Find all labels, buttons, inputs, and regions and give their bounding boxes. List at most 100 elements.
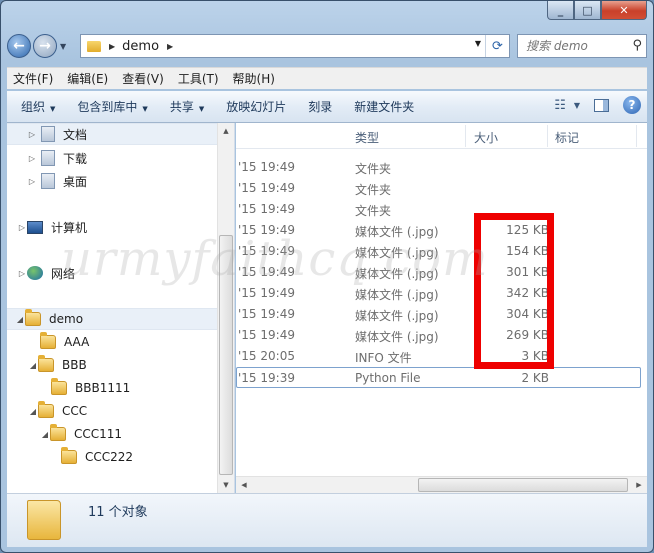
expand-icon[interactable]: ▷ bbox=[27, 154, 37, 163]
file-row[interactable]: '15 19:49 媒体文件 (.jpg) 304 KB bbox=[236, 304, 641, 325]
column-size[interactable]: 大小 bbox=[474, 129, 498, 146]
file-type: 媒体文件 (.jpg) bbox=[355, 330, 439, 344]
search-input[interactable] bbox=[526, 39, 626, 53]
tree-item-ccc222[interactable]: CCC222 bbox=[7, 446, 133, 468]
folder-icon bbox=[40, 332, 56, 349]
file-type: 媒体文件 (.jpg) bbox=[355, 267, 439, 281]
file-row[interactable]: '15 20:05 INFO 文件 3 KB bbox=[236, 346, 641, 367]
forward-button[interactable]: → bbox=[33, 34, 57, 58]
column-divider[interactable] bbox=[465, 125, 466, 147]
include-in-library-button[interactable]: 包含到库中 ▼ bbox=[77, 98, 147, 115]
menu-file[interactable]: 文件(F) bbox=[13, 70, 53, 87]
view-controls: ☷ ▼ ? bbox=[546, 96, 641, 114]
view-options-icon[interactable]: ☷ bbox=[554, 98, 566, 113]
file-row[interactable]: '15 19:49 媒体文件 (.jpg) 125 KB bbox=[236, 220, 641, 241]
folder-icon bbox=[61, 447, 77, 464]
navigation-scrollbar[interactable]: ▲ ▼ bbox=[217, 123, 234, 493]
address-dropdown-icon[interactable]: ▼ bbox=[475, 39, 481, 48]
file-row[interactable]: '15 19:49 媒体文件 (.jpg) 301 KB bbox=[236, 262, 641, 283]
collapse-icon[interactable]: ◢ bbox=[15, 315, 25, 324]
breadcrumb-arrow-icon[interactable]: ▶ bbox=[109, 42, 115, 51]
expand-icon[interactable]: ▷ bbox=[27, 130, 37, 139]
scroll-left-icon[interactable]: ◀ bbox=[236, 477, 252, 493]
menu-edit[interactable]: 编辑(E) bbox=[67, 70, 108, 87]
file-date: '15 19:49 bbox=[238, 307, 295, 321]
menu-view[interactable]: 查看(V) bbox=[122, 70, 164, 87]
column-header: 类型 大小 标记 bbox=[236, 123, 647, 149]
navigation-pane: ▷ 文档 ▷ 下载 ▷ 桌面 ▷ 计算机 ▷ 网络 ◢ demo AAA ◢ B… bbox=[7, 123, 235, 493]
file-row[interactable]: '15 19:49 媒体文件 (.jpg) 269 KB bbox=[236, 325, 641, 346]
search-icon[interactable]: ⚲ bbox=[632, 38, 642, 53]
computer-icon bbox=[27, 220, 43, 234]
search-box[interactable]: ⚲ bbox=[517, 34, 647, 58]
new-folder-button[interactable]: 新建文件夹 bbox=[354, 98, 414, 115]
file-row[interactable]: '15 19:39 Python File 2 KB bbox=[236, 367, 641, 388]
scroll-up-icon[interactable]: ▲ bbox=[218, 123, 234, 139]
size-column-highlight bbox=[474, 213, 554, 369]
file-row[interactable]: '15 19:49 文件夹 bbox=[236, 157, 641, 178]
column-divider[interactable] bbox=[636, 125, 637, 147]
file-date: '15 19:49 bbox=[238, 160, 295, 174]
expand-icon[interactable]: ▷ bbox=[27, 177, 37, 186]
chevron-down-icon[interactable]: ▼ bbox=[574, 101, 580, 110]
recent-pages-dropdown[interactable]: ▼ bbox=[60, 42, 66, 51]
help-icon[interactable]: ? bbox=[623, 96, 641, 114]
organize-button[interactable]: 组织 ▼ bbox=[21, 98, 55, 115]
address-bar[interactable]: ▶ demo ▶ ▼ ⟳ bbox=[80, 34, 510, 58]
collapse-icon[interactable]: ◢ bbox=[28, 361, 38, 370]
file-date: '15 19:49 bbox=[238, 244, 295, 258]
tree-item-label: CCC bbox=[62, 404, 88, 418]
file-date: '15 19:49 bbox=[238, 286, 295, 300]
slideshow-button[interactable]: 放映幻灯片 bbox=[226, 98, 286, 115]
file-date: '15 19:49 bbox=[238, 181, 295, 195]
tree-item-ccc[interactable]: ◢ CCC bbox=[7, 400, 87, 422]
breadcrumb-arrow-icon[interactable]: ▶ bbox=[167, 42, 173, 51]
file-size: 2 KB bbox=[521, 371, 549, 385]
tree-item-demo[interactable]: ◢ demo bbox=[7, 308, 218, 330]
maximize-button[interactable]: □ bbox=[574, 1, 601, 20]
preview-pane-icon[interactable] bbox=[594, 98, 609, 112]
file-row[interactable]: '15 19:49 媒体文件 (.jpg) 342 KB bbox=[236, 283, 641, 304]
menu-help[interactable]: 帮助(H) bbox=[233, 70, 275, 87]
tree-item-bbb[interactable]: ◢ BBB bbox=[7, 354, 87, 376]
menu-bar: 文件(F) 编辑(E) 查看(V) 工具(T) 帮助(H) bbox=[7, 67, 647, 89]
file-type: 媒体文件 (.jpg) bbox=[355, 288, 439, 302]
tree-item-network[interactable]: ▷ 网络 bbox=[7, 262, 75, 284]
column-tags[interactable]: 标记 bbox=[555, 129, 579, 146]
tree-item-ccc111[interactable]: ◢ CCC111 bbox=[7, 423, 122, 445]
close-button[interactable]: ✕ bbox=[601, 1, 647, 20]
refresh-icon[interactable]: ⟳ bbox=[485, 35, 509, 57]
horizontal-scrollbar[interactable]: ◀ ▶ bbox=[236, 476, 647, 493]
tree-item-label: BBB bbox=[62, 358, 87, 372]
back-button[interactable]: ← bbox=[7, 34, 31, 58]
tree-item-documents[interactable]: ▷ 文档 bbox=[7, 123, 218, 145]
scroll-right-icon[interactable]: ▶ bbox=[631, 477, 647, 493]
share-button[interactable]: 共享 ▼ bbox=[170, 98, 204, 115]
scroll-thumb[interactable] bbox=[418, 478, 628, 492]
folder-icon bbox=[25, 309, 41, 326]
folder-icon bbox=[51, 378, 67, 395]
tree-item-computer[interactable]: ▷ 计算机 bbox=[7, 216, 87, 238]
tree-item-downloads[interactable]: ▷ 下载 bbox=[7, 147, 87, 169]
collapse-icon[interactable]: ◢ bbox=[40, 430, 50, 439]
minimize-button[interactable]: _ bbox=[547, 1, 574, 20]
menu-tools[interactable]: 工具(T) bbox=[178, 70, 219, 87]
tree-item-desktop[interactable]: ▷ 桌面 bbox=[7, 170, 87, 192]
expand-icon[interactable]: ▷ bbox=[17, 223, 27, 232]
file-row[interactable]: '15 19:49 文件夹 bbox=[236, 178, 641, 199]
address-path[interactable]: demo bbox=[122, 39, 159, 54]
scroll-thumb[interactable] bbox=[219, 235, 233, 475]
scroll-down-icon[interactable]: ▼ bbox=[218, 477, 234, 493]
expand-icon[interactable]: ▷ bbox=[17, 269, 27, 278]
column-type[interactable]: 类型 bbox=[355, 129, 379, 146]
details-pane: 11 个对象 bbox=[7, 493, 647, 547]
tree-item-label: 网络 bbox=[51, 266, 76, 281]
file-row[interactable]: '15 19:49 文件夹 bbox=[236, 199, 641, 220]
column-divider[interactable] bbox=[547, 125, 548, 147]
collapse-icon[interactable]: ◢ bbox=[28, 407, 38, 416]
tree-item-bbb1111[interactable]: BBB1111 bbox=[7, 377, 130, 399]
burn-button[interactable]: 刻录 bbox=[308, 98, 332, 115]
tree-item-aaa[interactable]: AAA bbox=[7, 331, 89, 353]
downloads-icon bbox=[41, 150, 55, 166]
file-row[interactable]: '15 19:49 媒体文件 (.jpg) 154 KB bbox=[236, 241, 641, 262]
